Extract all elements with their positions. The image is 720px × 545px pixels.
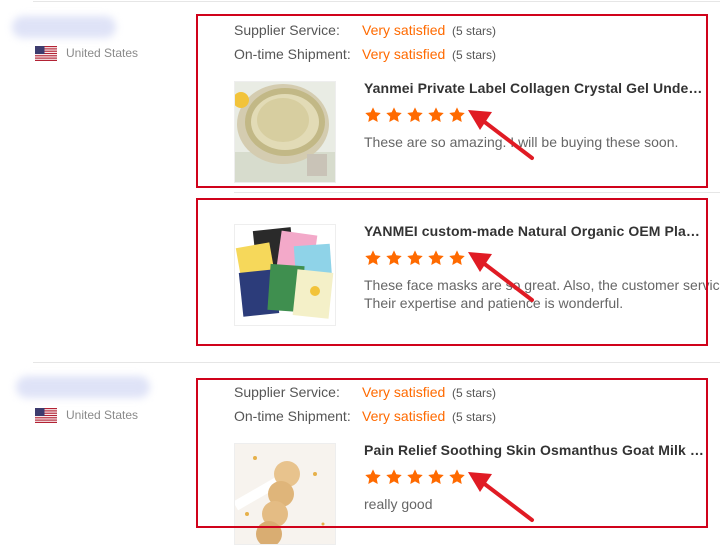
red-arrow-icon <box>468 472 534 522</box>
red-arrow-icon <box>468 252 534 302</box>
highlight-box <box>196 198 708 346</box>
divider-top <box>33 1 720 2</box>
reviewer-name-blurred <box>16 376 150 398</box>
highlight-box <box>196 378 708 528</box>
highlight-box <box>196 14 708 188</box>
us-flag-icon <box>35 408 57 423</box>
red-arrow-icon <box>468 110 534 160</box>
reviewer-country: United States <box>66 46 139 60</box>
reviewer-country: United States <box>66 408 139 422</box>
reviewer-name-blurred <box>12 16 116 38</box>
divider-review <box>33 362 720 363</box>
divider-item <box>234 192 720 193</box>
us-flag-icon <box>35 46 57 61</box>
